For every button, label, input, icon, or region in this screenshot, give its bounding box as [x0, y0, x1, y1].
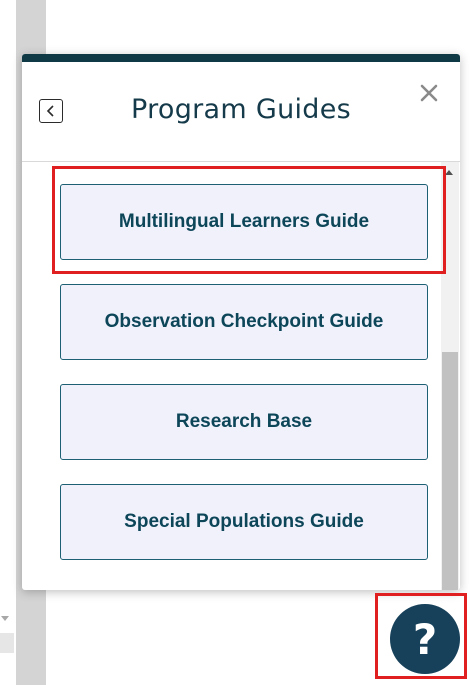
help-button[interactable]: ?: [390, 604, 460, 674]
panel-body: Multilingual Learners Guide Observation …: [22, 162, 460, 590]
close-icon: [420, 84, 438, 107]
panel-scrollbar[interactable]: [441, 162, 459, 590]
question-mark-icon: ?: [412, 614, 438, 664]
research-base-button[interactable]: Research Base: [60, 384, 428, 460]
scrollbar-thumb[interactable]: [442, 352, 458, 590]
page: Program Guides Multilingual Learners Gui…: [0, 0, 470, 685]
program-guides-panel: Program Guides Multilingual Learners Gui…: [22, 54, 460, 590]
observation-checkpoint-guide-button[interactable]: Observation Checkpoint Guide: [60, 284, 428, 360]
scroll-up-arrow-icon[interactable]: [445, 170, 453, 175]
background-page-pane: [0, 0, 16, 685]
panel-title: Program Guides: [130, 94, 352, 125]
panel-header: Program Guides: [22, 62, 460, 162]
close-button[interactable]: [418, 84, 440, 106]
special-populations-guide-button[interactable]: Special Populations Guide: [60, 484, 428, 560]
background-field: [0, 633, 14, 653]
multilingual-learners-guide-button[interactable]: Multilingual Learners Guide: [60, 184, 428, 260]
dropdown-arrow-icon[interactable]: [1, 616, 9, 621]
guide-list: Multilingual Learners Guide Observation …: [60, 184, 428, 584]
panel-accent-bar: [22, 54, 460, 62]
